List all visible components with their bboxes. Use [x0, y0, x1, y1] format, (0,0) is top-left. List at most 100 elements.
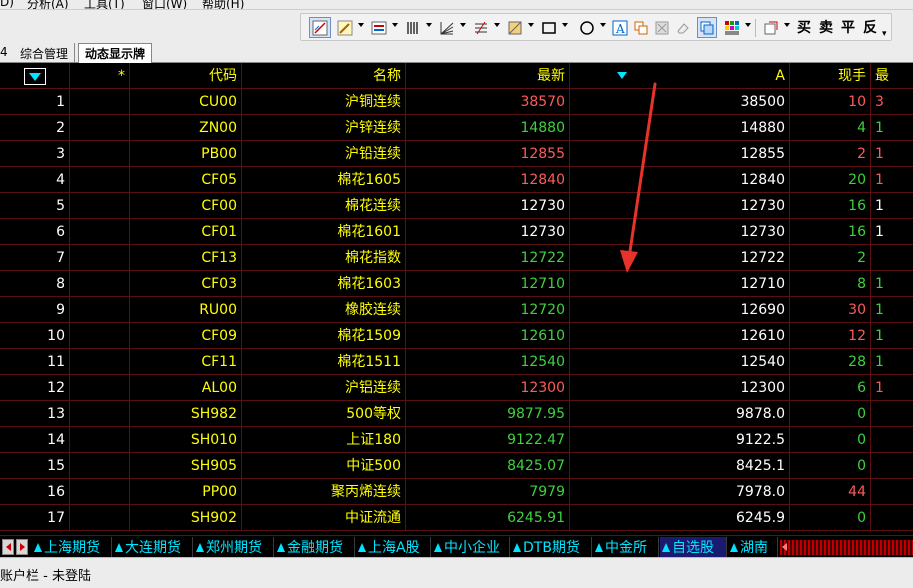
- menu-item[interactable]: D): [0, 0, 14, 9]
- category-prev-icon[interactable]: [2, 539, 14, 555]
- category-next-icon[interactable]: [16, 539, 28, 555]
- table-row[interactable]: 16 PP00 聚丙烯连续 7979 7978.0 44: [0, 479, 913, 505]
- category-tab[interactable]: 金融期货: [275, 537, 355, 557]
- table-row[interactable]: 14 SH010 上证180 9122.47 9122.5 0: [0, 427, 913, 453]
- table-row[interactable]: 4 CF05 棉花1605 12840 12840 20 1: [0, 167, 913, 193]
- options-icon[interactable]: [761, 17, 781, 38]
- header-last[interactable]: 最新: [406, 63, 570, 89]
- row-index: 3: [0, 141, 70, 167]
- row-name: 沪锌连续: [242, 115, 406, 141]
- pattern-icon[interactable]: [505, 17, 525, 38]
- row-next: [871, 453, 913, 479]
- text-style-icon[interactable]: [369, 17, 389, 38]
- layer-icon[interactable]: [697, 17, 717, 38]
- category-tab[interactable]: 上海A股: [356, 537, 431, 557]
- row-index: 8: [0, 271, 70, 297]
- row-code: RU00: [130, 297, 242, 323]
- sell-button[interactable]: 卖: [819, 17, 833, 37]
- delete-icon[interactable]: [653, 17, 671, 38]
- table-row[interactable]: 7 CF13 棉花指数 12722 12722 2: [0, 245, 913, 271]
- category-tab[interactable]: 中小企业: [432, 537, 510, 557]
- options-dropdown-icon[interactable]: [784, 23, 790, 27]
- circle-icon[interactable]: [577, 17, 597, 38]
- row-star: [70, 219, 130, 245]
- header-code[interactable]: 代码: [130, 63, 242, 89]
- header-volume[interactable]: 现手: [790, 63, 871, 89]
- table-row[interactable]: 11 CF11 棉花1511 12540 12540 28 1: [0, 349, 913, 375]
- table-row[interactable]: 2 ZN00 沪锌连续 14880 14880 4 1: [0, 115, 913, 141]
- category-tab[interactable]: 大连期货: [113, 537, 193, 557]
- fib-dropdown-icon[interactable]: [494, 23, 500, 27]
- row-name: 沪铜连续: [242, 89, 406, 115]
- menu-item-tools[interactable]: 工具(T): [84, 0, 125, 9]
- pen-icon[interactable]: [335, 17, 355, 38]
- menu-bar: D) 分析(A) 工具(T) 窗口(W) 帮助(H): [0, 0, 913, 10]
- tab-dynamic-board[interactable]: 动态显示牌: [78, 43, 153, 63]
- row-a-price: 12722: [570, 245, 790, 271]
- category-tab[interactable]: DTB期货: [511, 537, 592, 557]
- line-draw-icon[interactable]: [309, 17, 331, 38]
- table-row[interactable]: 13 SH982 500等权 9877.95 9878.0 0: [0, 401, 913, 427]
- close-position-button[interactable]: 平: [841, 17, 855, 37]
- bars-icon[interactable]: [403, 17, 423, 38]
- table-row[interactable]: 8 CF03 棉花1603 12710 12710 8 1: [0, 271, 913, 297]
- row-code: PP00: [130, 479, 242, 505]
- copy-icon[interactable]: [632, 17, 650, 38]
- buy-button[interactable]: 买: [797, 17, 811, 37]
- category-triangle-icon: [115, 542, 123, 552]
- rectangle-dropdown-icon[interactable]: [562, 23, 568, 27]
- table-row[interactable]: 15 SH905 中证500 8425.07 8425.1 0: [0, 453, 913, 479]
- table-row[interactable]: 6 CF01 棉花1601 12730 12730 16 1: [0, 219, 913, 245]
- header-next[interactable]: 最: [871, 63, 913, 89]
- row-code: CF03: [130, 271, 242, 297]
- eraser-icon[interactable]: [674, 17, 692, 38]
- table-row[interactable]: 9 RU00 橡胶连续 12720 12690 30 1: [0, 297, 913, 323]
- rectangle-icon[interactable]: [539, 17, 559, 38]
- toolbar-overflow-icon[interactable]: ▾: [882, 29, 887, 39]
- table-row[interactable]: 3 PB00 沪铅连续 12855 12855 2 1: [0, 141, 913, 167]
- row-volume: 12: [790, 323, 871, 349]
- table-row[interactable]: 5 CF00 棉花连续 12730 12730 16 1: [0, 193, 913, 219]
- fan-dropdown-icon[interactable]: [460, 23, 466, 27]
- fan-lines-icon[interactable]: [437, 17, 457, 38]
- table-row[interactable]: 12 AL00 沪铝连续 12300 12300 6 1: [0, 375, 913, 401]
- text-icon[interactable]: A: [611, 17, 629, 38]
- category-tab[interactable]: 上海期货: [32, 537, 112, 557]
- category-tab[interactable]: 湖南: [728, 537, 778, 557]
- category-label: 上海期货: [44, 540, 100, 556]
- header-star[interactable]: *: [70, 63, 130, 89]
- text-style-dropdown-icon[interactable]: [392, 23, 398, 27]
- row-next: 1: [875, 146, 884, 162]
- color-dropdown-icon[interactable]: [745, 23, 751, 27]
- category-triangle-icon: [595, 542, 603, 552]
- row-star: [70, 271, 130, 297]
- fib-lines-icon[interactable]: [471, 17, 491, 38]
- category-tab[interactable]: 中金所: [593, 537, 659, 557]
- table-row[interactable]: 17 SH902 中证流通 6245.91 6245.9 0: [0, 505, 913, 531]
- reverse-button[interactable]: 反: [863, 17, 877, 37]
- row-last-price: 9877.95: [406, 401, 570, 427]
- tab-general[interactable]: 综合管理: [14, 43, 76, 63]
- header-a[interactable]: A: [570, 63, 790, 89]
- tab-scroll-icon[interactable]: 4: [0, 45, 8, 59]
- row-index: 5: [0, 193, 70, 219]
- menu-item-window[interactable]: 窗口(W): [142, 0, 187, 9]
- menu-item-analysis[interactable]: 分析(A): [27, 0, 69, 9]
- color-grid-icon[interactable]: [722, 17, 742, 38]
- menu-item-help[interactable]: 帮助(H): [202, 0, 244, 9]
- pattern-dropdown-icon[interactable]: [528, 23, 534, 27]
- category-tab[interactable]: 郑州期货: [194, 537, 274, 557]
- category-scrollbar[interactable]: [780, 540, 913, 555]
- bars-dropdown-icon[interactable]: [426, 23, 432, 27]
- table-row[interactable]: 10 CF09 棉花1509 12610 12610 12 1: [0, 323, 913, 349]
- category-label: 中小企业: [444, 540, 500, 556]
- row-code: PB00: [130, 141, 242, 167]
- sort-down-icon[interactable]: [24, 68, 46, 85]
- row-a-price: 7978.0: [570, 479, 790, 505]
- circle-dropdown-icon[interactable]: [600, 23, 606, 27]
- category-tab[interactable]: 自选股: [660, 537, 727, 557]
- table-row[interactable]: 1 CU00 沪铜连续 38570 38500 10 3: [0, 89, 913, 115]
- pen-dropdown-icon[interactable]: [358, 23, 364, 27]
- row-a-price: 12710: [570, 271, 790, 297]
- header-name[interactable]: 名称: [242, 63, 406, 89]
